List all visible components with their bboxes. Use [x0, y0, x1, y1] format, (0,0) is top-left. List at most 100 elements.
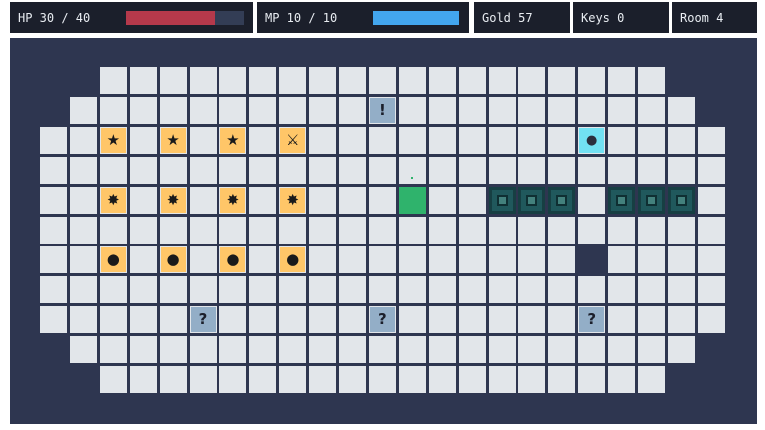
gold-panel: Gold 57 [474, 2, 570, 33]
floor-tile [339, 126, 366, 154]
question-icon: ? [579, 307, 605, 333]
floor-tile [159, 306, 187, 334]
floor-tile [339, 216, 366, 244]
floor-tile [159, 336, 187, 364]
coin-icon: ● [280, 247, 306, 273]
floor-tile [548, 216, 576, 244]
floor-tile [518, 336, 546, 364]
floor-tile [578, 336, 606, 364]
floor-tile [608, 156, 636, 184]
enemy-block-icon [667, 186, 695, 214]
floor-tile [129, 216, 157, 244]
floor-tile [398, 336, 426, 364]
floor-tile [40, 276, 67, 304]
floor-tile [339, 67, 366, 94]
floor-tile [518, 276, 546, 304]
floor-tile [368, 276, 396, 304]
hp-panel: HP 30 / 40 [10, 2, 253, 33]
floor-tile [40, 246, 67, 274]
floor-tile [69, 156, 97, 184]
floor-tile [608, 336, 636, 364]
floor-tile [249, 246, 277, 274]
floor-tile [69, 276, 97, 304]
floor-tile [398, 156, 426, 184]
floor-tile [398, 246, 426, 274]
floor-tile [279, 366, 307, 393]
floor-tile [578, 276, 606, 304]
gold-label: Gold 57 [482, 11, 533, 25]
floor-tile [40, 156, 67, 184]
floor-tile [279, 276, 307, 304]
floor-tile [458, 156, 486, 184]
enemy-block-icon [608, 186, 636, 214]
floor-tile [398, 96, 426, 124]
floor-tile [548, 366, 576, 393]
floor-tile [488, 67, 516, 94]
floor-tile [69, 246, 97, 274]
floor-tile [159, 96, 187, 124]
floor-tile [458, 186, 486, 214]
floor-tile [548, 306, 576, 334]
floor-tile [667, 126, 695, 154]
keys-panel: Keys 0 [573, 2, 669, 33]
floor-tile [219, 156, 247, 184]
floor-tile [428, 156, 456, 184]
floor-tile [69, 126, 97, 154]
floor-tile [488, 336, 516, 364]
floor-tile [40, 186, 67, 214]
floor-tile [339, 156, 366, 184]
coin-icon: ● [100, 247, 126, 273]
floor-tile [608, 96, 636, 124]
floor-tile [309, 216, 337, 244]
floor-tile [309, 246, 337, 274]
sparkle-icon: ✸ [220, 187, 246, 213]
enemy-core [675, 194, 687, 206]
floor-tile [578, 216, 606, 244]
floor-tile [458, 216, 486, 244]
sparkle-icon: ✸ [280, 187, 306, 213]
floor-tile [309, 96, 337, 124]
floor-tile [518, 246, 546, 274]
floor-tile [249, 126, 277, 154]
player-spark-icon [410, 176, 413, 179]
floor-tile [518, 366, 546, 393]
floor-tile [249, 216, 277, 244]
floor-tile [488, 96, 516, 124]
floor-tile [339, 366, 366, 393]
floor-tile [159, 366, 187, 393]
floor-tile [368, 336, 396, 364]
hud-bar: HP 30 / 40 MP 10 / 10 Gold 57 Keys 0 Roo… [0, 0, 765, 36]
floor-tile [249, 306, 277, 334]
floor-tile [488, 306, 516, 334]
question-icon: ? [369, 307, 395, 333]
floor-tile [219, 67, 247, 94]
floor-tile [129, 276, 157, 304]
hp-bar [126, 11, 244, 25]
floor-tile [339, 336, 366, 364]
floor-tile [548, 67, 576, 94]
floor-tile [667, 156, 695, 184]
floor-tile [428, 186, 456, 214]
floor-tile [129, 306, 157, 334]
floor-tile [309, 67, 337, 94]
enemy-core [646, 194, 657, 206]
question-icon: ? [190, 307, 216, 333]
pit-icon [577, 245, 607, 275]
floor-tile [339, 246, 366, 274]
floor-tile [488, 126, 516, 154]
floor-tile [428, 366, 456, 393]
floor-tile [548, 336, 576, 364]
floor-tile [309, 186, 337, 214]
floor-tile [99, 156, 127, 184]
floor-tile [458, 306, 486, 334]
floor-tile [518, 96, 546, 124]
floor-tile [578, 366, 606, 393]
floor-tile [69, 216, 97, 244]
enemy-core [556, 194, 568, 206]
floor-tile [548, 276, 576, 304]
floor-tile [99, 96, 127, 124]
hp-bar-fill [126, 11, 215, 25]
floor-tile [309, 336, 337, 364]
floor-tile [99, 306, 127, 334]
floor-tile [608, 366, 636, 393]
